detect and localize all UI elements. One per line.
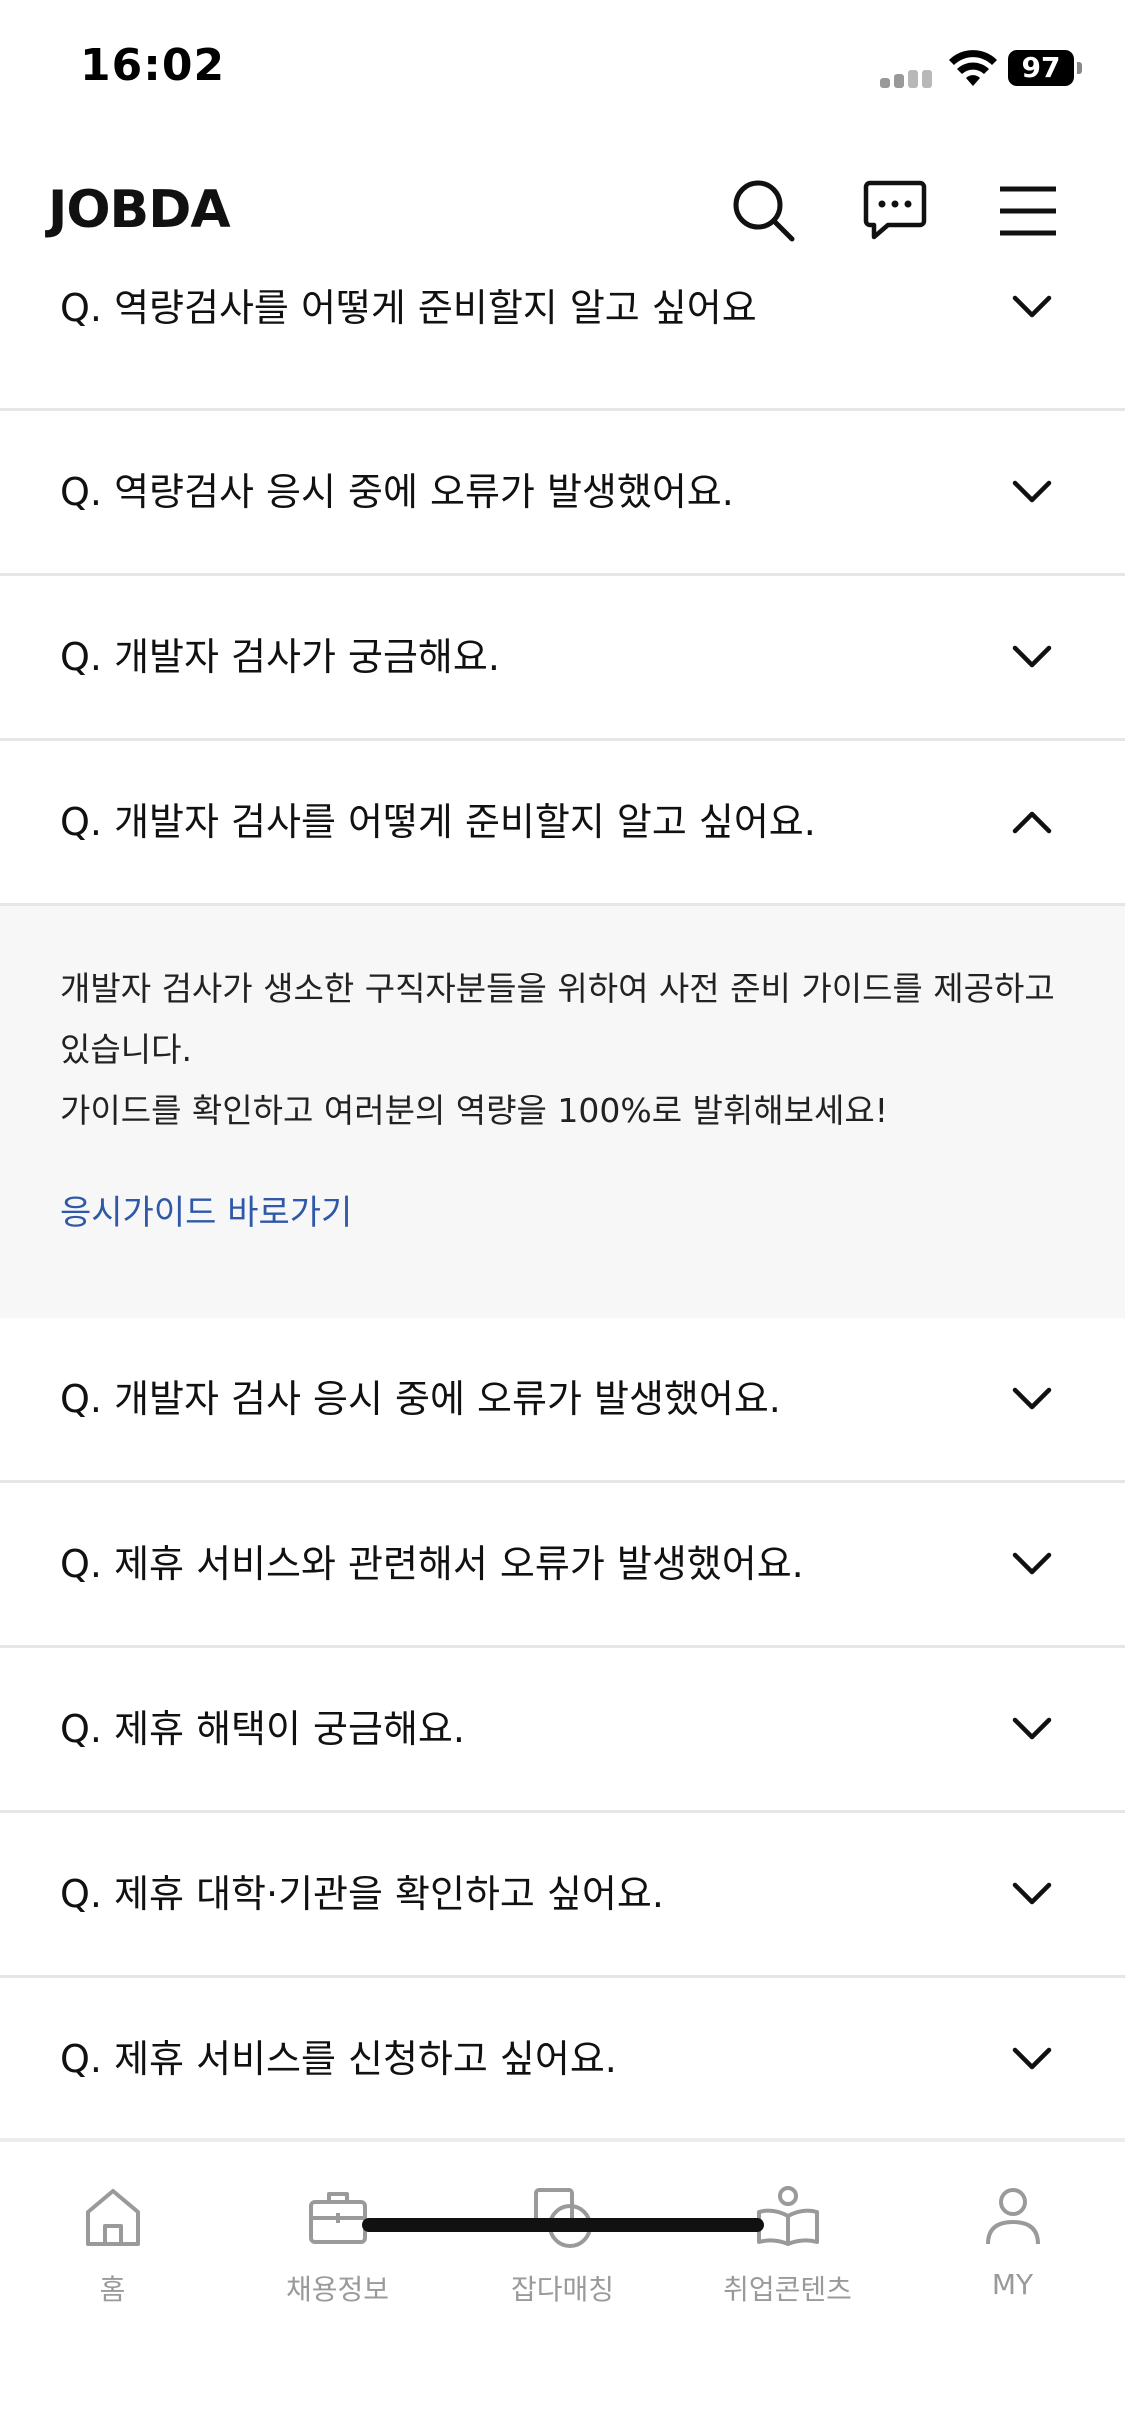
faq-question: Q. 개발자 검사가 궁금해요. — [60, 635, 500, 679]
status-time: 16:02 — [80, 40, 226, 91]
chat-icon[interactable] — [860, 175, 930, 245]
tab-label: 잡다매칭 — [510, 2273, 615, 2306]
chevron-down-icon — [1012, 480, 1052, 503]
person-icon — [985, 2188, 1040, 2245]
chevron-down-icon — [1012, 2047, 1052, 2070]
tab-label: 취업콘텐츠 — [723, 2273, 852, 2306]
faq-question: Q. 개발자 검사를 어떻게 준비할지 알고 싶어요. — [60, 800, 816, 844]
faq-item[interactable]: Q. 역량검사 응시 중에 오류가 발생했어요. — [0, 411, 1125, 576]
faq-item[interactable]: Q. 제휴 해택이 궁금해요. — [0, 1648, 1125, 1813]
faq-question: Q. 개발자 검사 응시 중에 오류가 발생했어요. — [60, 1377, 781, 1421]
faq-item[interactable]: Q. 개발자 검사가 궁금해요. — [0, 576, 1125, 741]
answer-text: 개발자 검사가 생소한 구직자분들을 위하여 사전 준비 가이드를 제공하고 — [60, 969, 1055, 1008]
search-icon[interactable] — [728, 175, 798, 245]
battery-indicator: 97 — [1008, 50, 1082, 86]
chevron-down-icon — [1012, 1882, 1052, 1905]
faq-question: Q. 제휴 서비스와 관련해서 오류가 발생했어요. — [60, 1542, 804, 1586]
tab-label: MY — [991, 2268, 1034, 2301]
tab-label: 채용정보 — [285, 2273, 390, 2306]
answer-text: 있습니다. — [60, 1030, 192, 1069]
faq-question: Q. 역량검사를 어떻게 준비할지 알고 싶어요 — [60, 286, 757, 330]
faq-item[interactable]: Q. 제휴 대학·기관을 확인하고 싶어요. — [0, 1813, 1125, 1978]
faq-question: Q. 제휴 해택이 궁금해요. — [60, 1707, 465, 1751]
tab-jobs[interactable]: 채용정보 — [225, 2182, 450, 2322]
faq-item[interactable]: Q. 제휴 서비스와 관련해서 오류가 발생했어요. — [0, 1483, 1125, 1648]
faq-question: Q. 제휴 대학·기관을 확인하고 싶어요. — [60, 1872, 664, 1916]
chevron-down-icon — [1012, 645, 1052, 668]
home-icon — [85, 2189, 140, 2246]
matching-icon — [533, 2188, 592, 2248]
bottom-tab-bar: 홈 채용정보 잡다매칭 취업콘텐츠 MY — [0, 2138, 1125, 2436]
chevron-down-icon — [1012, 1717, 1052, 1740]
menu-icon[interactable] — [992, 175, 1062, 245]
tab-matching[interactable]: 잡다매칭 — [450, 2182, 675, 2322]
book-person-icon — [756, 2186, 819, 2246]
chevron-down-icon — [1012, 1552, 1052, 1575]
tab-contents[interactable]: 취업콘텐츠 — [675, 2182, 900, 2322]
faq-item[interactable]: Q. 개발자 검사 응시 중에 오류가 발생했어요. — [0, 1318, 1125, 1483]
jobda-logo[interactable]: JOBDA — [48, 180, 231, 240]
faq-answer-panel: 개발자 검사가 생소한 구직자분들을 위하여 사전 준비 가이드를 제공하고 있… — [0, 906, 1125, 1318]
cellular-signal-icon — [880, 70, 936, 88]
faq-item-expanded[interactable]: Q. 개발자 검사를 어떻게 준비할지 알고 싶어요. — [0, 741, 1125, 906]
answer-text: 가이드를 확인하고 여러분의 역량을 100%로 발휘해보세요! — [60, 1091, 888, 1130]
briefcase-icon — [308, 2192, 367, 2244]
chevron-down-icon — [1012, 295, 1052, 318]
tab-my[interactable]: MY — [900, 2182, 1125, 2322]
exam-guide-link[interactable]: 응시가이드 바로가기 — [60, 1185, 352, 1234]
faq-question: Q. 역량검사 응시 중에 오류가 발생했어요. — [60, 470, 734, 514]
wifi-icon — [949, 50, 997, 86]
faq-item[interactable]: Q. 제휴 서비스를 신청하고 싶어요. — [0, 1978, 1125, 2143]
tab-home[interactable]: 홈 — [0, 2182, 225, 2322]
home-indicator — [362, 2218, 764, 2232]
faq-list: Q. 역량검사를 어떻게 준비할지 알고 싶어요 Q. 역량검사 응시 중에 오… — [0, 244, 1125, 2143]
chevron-down-icon — [1012, 1387, 1052, 1410]
faq-item[interactable]: Q. 역량검사를 어떻게 준비할지 알고 싶어요 — [0, 244, 1125, 411]
chevron-up-icon — [1012, 811, 1052, 834]
faq-question: Q. 제휴 서비스를 신청하고 싶어요. — [60, 2037, 617, 2081]
status-bar: 16:02 97 — [0, 0, 1125, 140]
tab-label: 홈 — [99, 2273, 126, 2306]
